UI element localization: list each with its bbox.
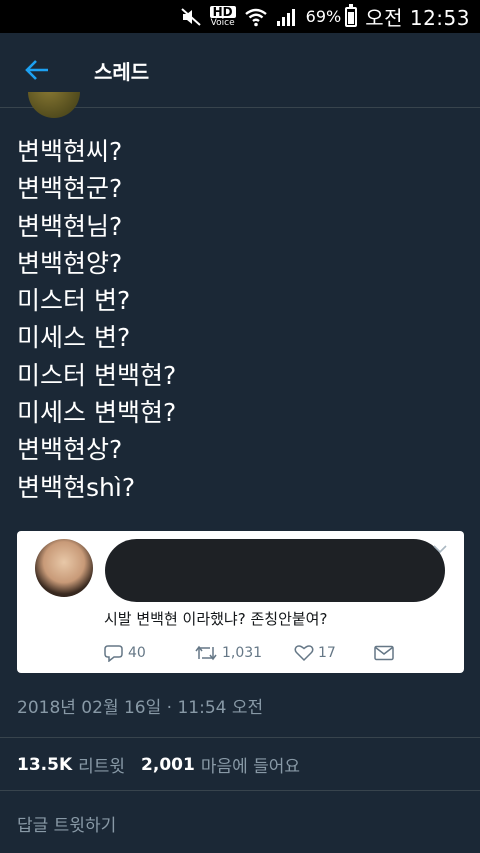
reply-input[interactable]: 답글 트윗하기 bbox=[0, 791, 480, 853]
retweets-count[interactable]: 13.5K bbox=[17, 755, 72, 775]
tweet-line: 변백현상? bbox=[17, 435, 123, 465]
clock: 오전 12:53 bbox=[365, 6, 470, 30]
voice-label: Voice bbox=[210, 17, 235, 28]
hd-voice-icon: HD Voice bbox=[209, 5, 236, 28]
divider bbox=[0, 737, 480, 738]
reply-placeholder: 답글 트윗하기 bbox=[17, 816, 117, 836]
wifi-icon bbox=[244, 7, 268, 27]
likes-count[interactable]: 2,001 bbox=[141, 755, 195, 775]
tweet-line: 변백현군? bbox=[17, 174, 123, 204]
embedded-tweet-text: 시발 변백현 이라했냐? 존칭안붙여? bbox=[104, 610, 328, 628]
embedded-actions: 40 1,031 17 bbox=[104, 641, 398, 665]
embedded-tweet-image[interactable]: 시발 변백현 이라했냐? 존칭안붙여? 40 1,031 17 bbox=[17, 531, 464, 673]
tweet-stats: 13.5K 리트윗 2,001 마음에 들어요 bbox=[17, 752, 316, 778]
retweet-icon bbox=[195, 645, 217, 661]
like-count: 17 bbox=[318, 645, 336, 661]
tweet-line: 변백현shì? bbox=[17, 472, 136, 502]
likes-label[interactable]: 마음에 들어요 bbox=[201, 752, 300, 777]
page-title: 스레드 bbox=[94, 59, 150, 84]
tweet-line: 미스터 변? bbox=[17, 286, 131, 316]
retweets-label[interactable]: 리트윗 bbox=[78, 752, 125, 777]
mail-icon bbox=[374, 645, 398, 661]
reply-icon bbox=[104, 645, 123, 662]
tweet-line: 미세스 변백현? bbox=[17, 398, 177, 428]
hd-label: HD bbox=[209, 5, 236, 18]
tweet-line: 변백현님? bbox=[17, 211, 123, 241]
embedded-like: 17 bbox=[294, 644, 374, 662]
tweet-line: 미스터 변백현? bbox=[17, 360, 177, 390]
battery-level-fill bbox=[348, 12, 355, 24]
author-avatar[interactable] bbox=[28, 92, 80, 118]
tweet-text: 변백현씨? 변백현군? 변백현님? 변백현양? 미스터 변? 미세스 변? 미스… bbox=[17, 133, 467, 506]
signal-icon bbox=[276, 7, 298, 27]
reply-count: 40 bbox=[128, 645, 146, 661]
battery-icon bbox=[345, 3, 358, 27]
tweet-line: 변백현씨? bbox=[17, 137, 123, 166]
tweet-line: 미세스 변? bbox=[17, 323, 131, 353]
chevron-down-icon bbox=[432, 541, 448, 557]
battery-percent: 69% bbox=[305, 7, 342, 26]
embedded-avatar bbox=[35, 539, 93, 597]
redacted-name-bar bbox=[105, 539, 445, 602]
embedded-retweet: 1,031 bbox=[194, 644, 294, 662]
mute-icon bbox=[180, 7, 202, 27]
embedded-reply: 40 bbox=[104, 644, 194, 662]
back-arrow-icon[interactable] bbox=[22, 55, 52, 85]
tweet-timestamp: 2018년 02월 16일 · 11:54 오전 bbox=[17, 698, 264, 718]
retweet-count: 1,031 bbox=[222, 645, 263, 661]
heart-icon bbox=[294, 645, 314, 662]
tweet-line: 변백현양? bbox=[17, 248, 123, 278]
status-bar: HD Voice 69% 오전 12:53 bbox=[0, 0, 480, 33]
